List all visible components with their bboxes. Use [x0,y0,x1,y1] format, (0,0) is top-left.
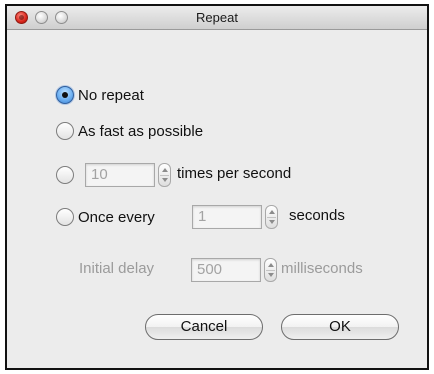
stepper-down-icon[interactable] [268,273,274,277]
cancel-button[interactable]: Cancel [145,314,263,340]
stepper-down-icon[interactable] [162,178,168,182]
as-fast-label[interactable]: As fast as possible [78,123,203,140]
radio-once-every-icon[interactable] [56,208,74,226]
stepper-down-icon[interactable] [269,220,275,224]
option-times-per-second[interactable] [56,164,74,186]
initial-delay-stepper[interactable] [264,258,277,282]
once-every-stepper[interactable] [265,205,278,229]
times-per-second-label: times per second [177,165,292,182]
seconds-label: seconds [289,207,345,224]
once-every-input[interactable]: 1 [192,205,262,229]
milliseconds-label: milliseconds [281,260,363,277]
option-once-every[interactable]: Once every [56,206,155,228]
radio-no-repeat-icon[interactable] [56,86,74,104]
once-every-label[interactable]: Once every [78,209,155,226]
times-per-second-stepper[interactable] [158,163,171,187]
times-per-second-input[interactable]: 10 [85,163,155,187]
initial-delay-input[interactable]: 500 [191,258,261,282]
window-title: Repeat [196,10,238,25]
initial-delay-label: Initial delay [79,260,155,277]
stepper-up-icon[interactable] [268,263,274,267]
title-bar: Repeat [7,6,427,30]
stepper-up-icon[interactable] [269,210,275,214]
option-no-repeat[interactable]: No repeat [56,84,144,106]
radio-as-fast-icon[interactable] [56,122,74,140]
no-repeat-label[interactable]: No repeat [78,87,144,104]
radio-times-per-second-icon[interactable] [56,166,74,184]
radio-selected-dot-icon [62,92,68,98]
stepper-up-icon[interactable] [162,168,168,172]
repeat-dialog: Repeat No repeat As fast as possible 10 … [5,4,429,370]
ok-button[interactable]: OK [281,314,399,340]
dialog-content: No repeat As fast as possible 10 times p… [7,30,427,368]
option-as-fast-as-possible[interactable]: As fast as possible [56,120,203,142]
